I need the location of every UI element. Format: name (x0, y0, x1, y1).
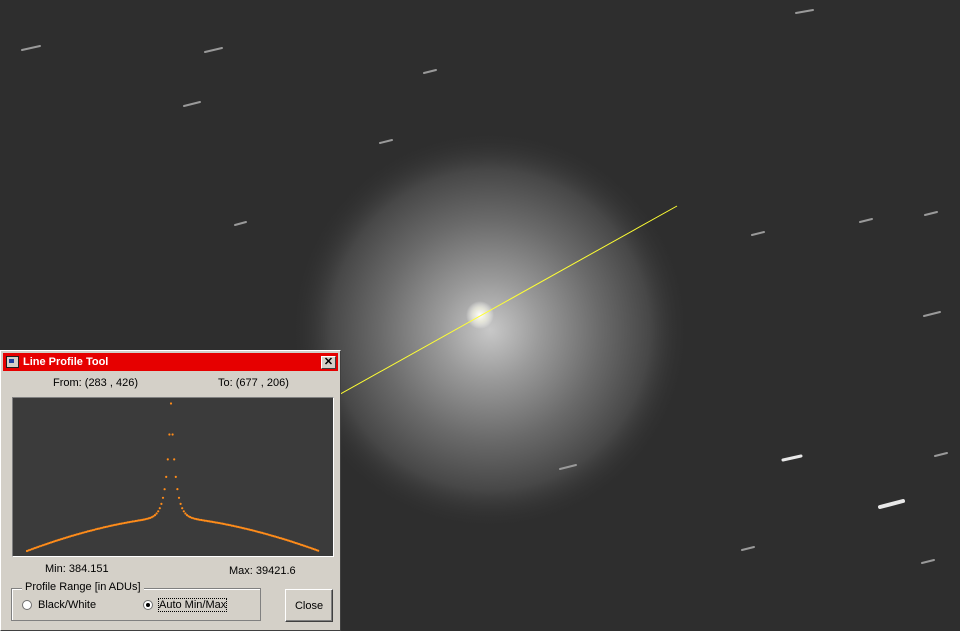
radio-auto-minmax[interactable]: Auto Min/Max (143, 598, 228, 612)
close-icon[interactable]: ✕ (321, 355, 336, 369)
line-profile-window: Line Profile Tool ✕ From: (283 , 426) To… (0, 350, 341, 631)
profile-chart (25, 402, 320, 553)
profile-point (155, 512, 158, 515)
profile-point (173, 458, 176, 461)
to-coordinates: To: (677 , 206) (218, 377, 289, 389)
profile-point (168, 433, 171, 436)
profile-point (160, 502, 163, 505)
profile-plot (12, 397, 334, 557)
profile-range-group: Profile Range [in ADUs] Black/White Auto… (11, 581, 261, 621)
profile-point (184, 512, 187, 515)
profile-point (317, 549, 320, 552)
close-button[interactable]: Close (285, 589, 333, 622)
profile-point (166, 458, 169, 461)
profile-point (181, 507, 184, 510)
app-icon (6, 356, 19, 368)
profile-point (153, 514, 157, 517)
profile-point (171, 433, 174, 436)
profile-point (179, 502, 182, 505)
profile-point (177, 496, 181, 499)
profile-range-label: Profile Range [in ADUs] (22, 581, 144, 593)
max-value: Max: 39421.6 (229, 565, 296, 577)
profile-point (161, 496, 165, 499)
profile-point (176, 488, 179, 491)
from-coordinates: From: (283 , 426) (53, 377, 138, 389)
profile-point (157, 510, 160, 513)
radio-black-white[interactable]: Black/White (22, 599, 96, 611)
radio-black-white-label: Black/White (38, 599, 97, 611)
profile-point (182, 510, 185, 513)
comet-nucleus (466, 301, 494, 329)
profile-point (163, 488, 166, 491)
profile-point (174, 475, 177, 478)
profile-point (158, 507, 161, 510)
radio-auto-minmax-label: Auto Min/Max (157, 598, 228, 612)
min-value: Min: 384.151 (45, 563, 109, 575)
profile-point (169, 402, 173, 405)
radio-black-white-dot[interactable] (22, 600, 32, 610)
window-title: Line Profile Tool (23, 356, 109, 368)
title-bar[interactable]: Line Profile Tool ✕ (3, 353, 338, 371)
profile-point (165, 475, 168, 478)
radio-auto-minmax-dot[interactable] (143, 600, 153, 610)
profile-series (25, 402, 320, 553)
comet-coma (290, 130, 690, 530)
